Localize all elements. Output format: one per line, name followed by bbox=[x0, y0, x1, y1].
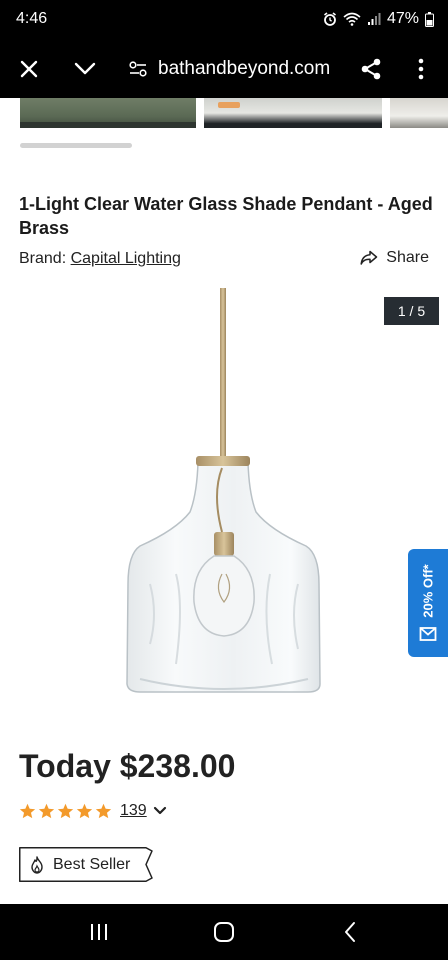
brand-label: Brand: bbox=[19, 250, 67, 267]
review-count-link[interactable]: 139 bbox=[120, 802, 147, 820]
site-settings-icon bbox=[129, 61, 147, 77]
home-button[interactable] bbox=[211, 920, 237, 944]
recents-icon bbox=[91, 924, 107, 940]
product-title: 1-Light Clear Water Glass Shade Pendant … bbox=[19, 194, 433, 238]
mail-icon bbox=[419, 627, 437, 641]
status-bar: 4:46 47% bbox=[0, 0, 448, 40]
chevron-down-icon bbox=[74, 62, 96, 75]
share-button[interactable]: Share bbox=[360, 249, 429, 267]
more-options-button[interactable] bbox=[406, 54, 436, 84]
thumbnail-strip bbox=[0, 98, 448, 130]
back-button[interactable] bbox=[337, 920, 363, 944]
more-vert-icon bbox=[418, 58, 424, 80]
browser-toolbar: bathandbeyond.com bbox=[0, 40, 448, 98]
wifi-icon bbox=[343, 12, 361, 26]
flame-icon bbox=[31, 855, 43, 874]
share-label: Share bbox=[386, 249, 429, 266]
star-icon bbox=[19, 803, 36, 819]
gallery-scroll-indicator[interactable] bbox=[20, 143, 132, 148]
url-bar[interactable]: bathandbeyond.com bbox=[128, 52, 348, 86]
thumbnail-image[interactable] bbox=[20, 98, 196, 128]
recents-button[interactable] bbox=[86, 920, 112, 944]
best-seller-badge: Best Seller bbox=[19, 847, 154, 882]
browser-share-button[interactable] bbox=[356, 54, 386, 84]
share-arrow-icon bbox=[360, 250, 378, 265]
battery-percent: 47% bbox=[386, 10, 419, 27]
alarm-icon bbox=[323, 12, 337, 26]
thumbnail-image[interactable] bbox=[390, 98, 448, 128]
battery-icon bbox=[425, 11, 434, 27]
signal-icon bbox=[367, 12, 381, 26]
status-time: 4:46 bbox=[16, 10, 48, 27]
star-rating bbox=[19, 803, 112, 819]
star-icon bbox=[38, 803, 55, 819]
thumbnail-image[interactable] bbox=[204, 98, 382, 128]
url-text: bathandbeyond.com bbox=[158, 58, 331, 79]
discount-promo-tab[interactable]: 20% Off* bbox=[408, 549, 448, 657]
status-icons: 47% bbox=[323, 10, 434, 28]
promo-label: 20% Off* bbox=[420, 564, 436, 618]
price: Today $238.00 bbox=[19, 748, 236, 784]
collapse-button[interactable] bbox=[70, 54, 100, 84]
close-button[interactable] bbox=[14, 54, 44, 84]
product-image[interactable] bbox=[0, 284, 448, 704]
rating[interactable]: 139 bbox=[19, 802, 167, 820]
brand-link[interactable]: Capital Lighting bbox=[71, 250, 181, 267]
pendant-lamp-image bbox=[126, 288, 321, 693]
close-icon bbox=[20, 60, 38, 78]
image-counter: 1 / 5 bbox=[384, 297, 439, 325]
share-icon bbox=[361, 58, 381, 80]
star-icon bbox=[95, 803, 112, 819]
back-icon bbox=[345, 922, 355, 942]
badge-label: Best Seller bbox=[53, 855, 131, 873]
system-nav-bar bbox=[0, 904, 448, 960]
chevron-down-icon[interactable] bbox=[153, 806, 167, 816]
star-icon bbox=[76, 803, 93, 819]
home-icon bbox=[214, 922, 234, 942]
brand-line: Brand: Capital Lighting bbox=[19, 250, 181, 268]
star-icon bbox=[57, 803, 74, 819]
